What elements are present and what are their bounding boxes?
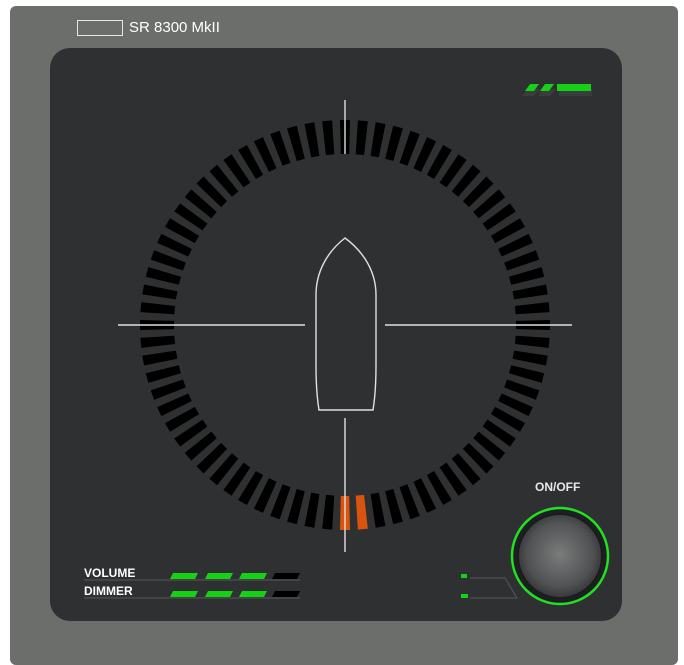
power-knob[interactable] — [510, 506, 610, 606]
compass-segment — [150, 379, 186, 400]
compass-segment — [370, 492, 386, 528]
compass-segment — [512, 284, 548, 300]
boat-icon — [315, 237, 377, 411]
compass-segment — [304, 122, 320, 158]
compass-segment — [270, 484, 291, 520]
compass-segment — [145, 365, 181, 383]
compass-segment — [140, 302, 176, 315]
compass-segment — [509, 267, 545, 285]
volume-segment — [205, 573, 233, 579]
volume-level-bar[interactable] — [170, 573, 300, 579]
compass-segment — [270, 130, 291, 166]
compass-segment — [142, 284, 178, 300]
compass-segment — [287, 125, 305, 161]
compass-segment — [322, 120, 335, 156]
compass-segment — [504, 250, 540, 271]
dimmer-segment — [272, 591, 300, 597]
compass-segment — [399, 484, 420, 520]
compass-segment — [504, 379, 540, 400]
volume-segment — [239, 573, 267, 579]
compass-segment — [287, 489, 305, 525]
status-indicator-icon — [522, 84, 592, 96]
compass-segment — [355, 494, 368, 530]
compass-segment — [385, 489, 403, 525]
compass-segment — [145, 267, 181, 285]
compass-segment — [509, 365, 545, 383]
compass-segment — [512, 350, 548, 366]
compass-segment — [322, 494, 335, 530]
volume-label: VOLUME — [84, 566, 136, 580]
dimmer-segment — [170, 591, 198, 597]
compass-segment — [385, 125, 403, 161]
dimmer-segment — [239, 591, 267, 597]
compass-segment — [304, 492, 320, 528]
dimmer-level-bar[interactable] — [170, 591, 300, 597]
compass-segment — [514, 335, 550, 348]
compass-segment — [140, 335, 176, 348]
compass-segment — [355, 120, 368, 156]
power-label: ON/OFF — [535, 480, 581, 494]
volume-segment — [272, 573, 300, 579]
compass-segment — [514, 302, 550, 315]
compass-segment — [150, 250, 186, 271]
compass-segment — [399, 130, 420, 166]
volume-segment — [170, 573, 198, 579]
dimmer-label: DIMMER — [84, 584, 133, 598]
compass-segment — [370, 122, 386, 158]
dimmer-segment — [205, 591, 233, 597]
compass-segment — [142, 350, 178, 366]
mode-indicator-icon — [461, 574, 518, 599]
